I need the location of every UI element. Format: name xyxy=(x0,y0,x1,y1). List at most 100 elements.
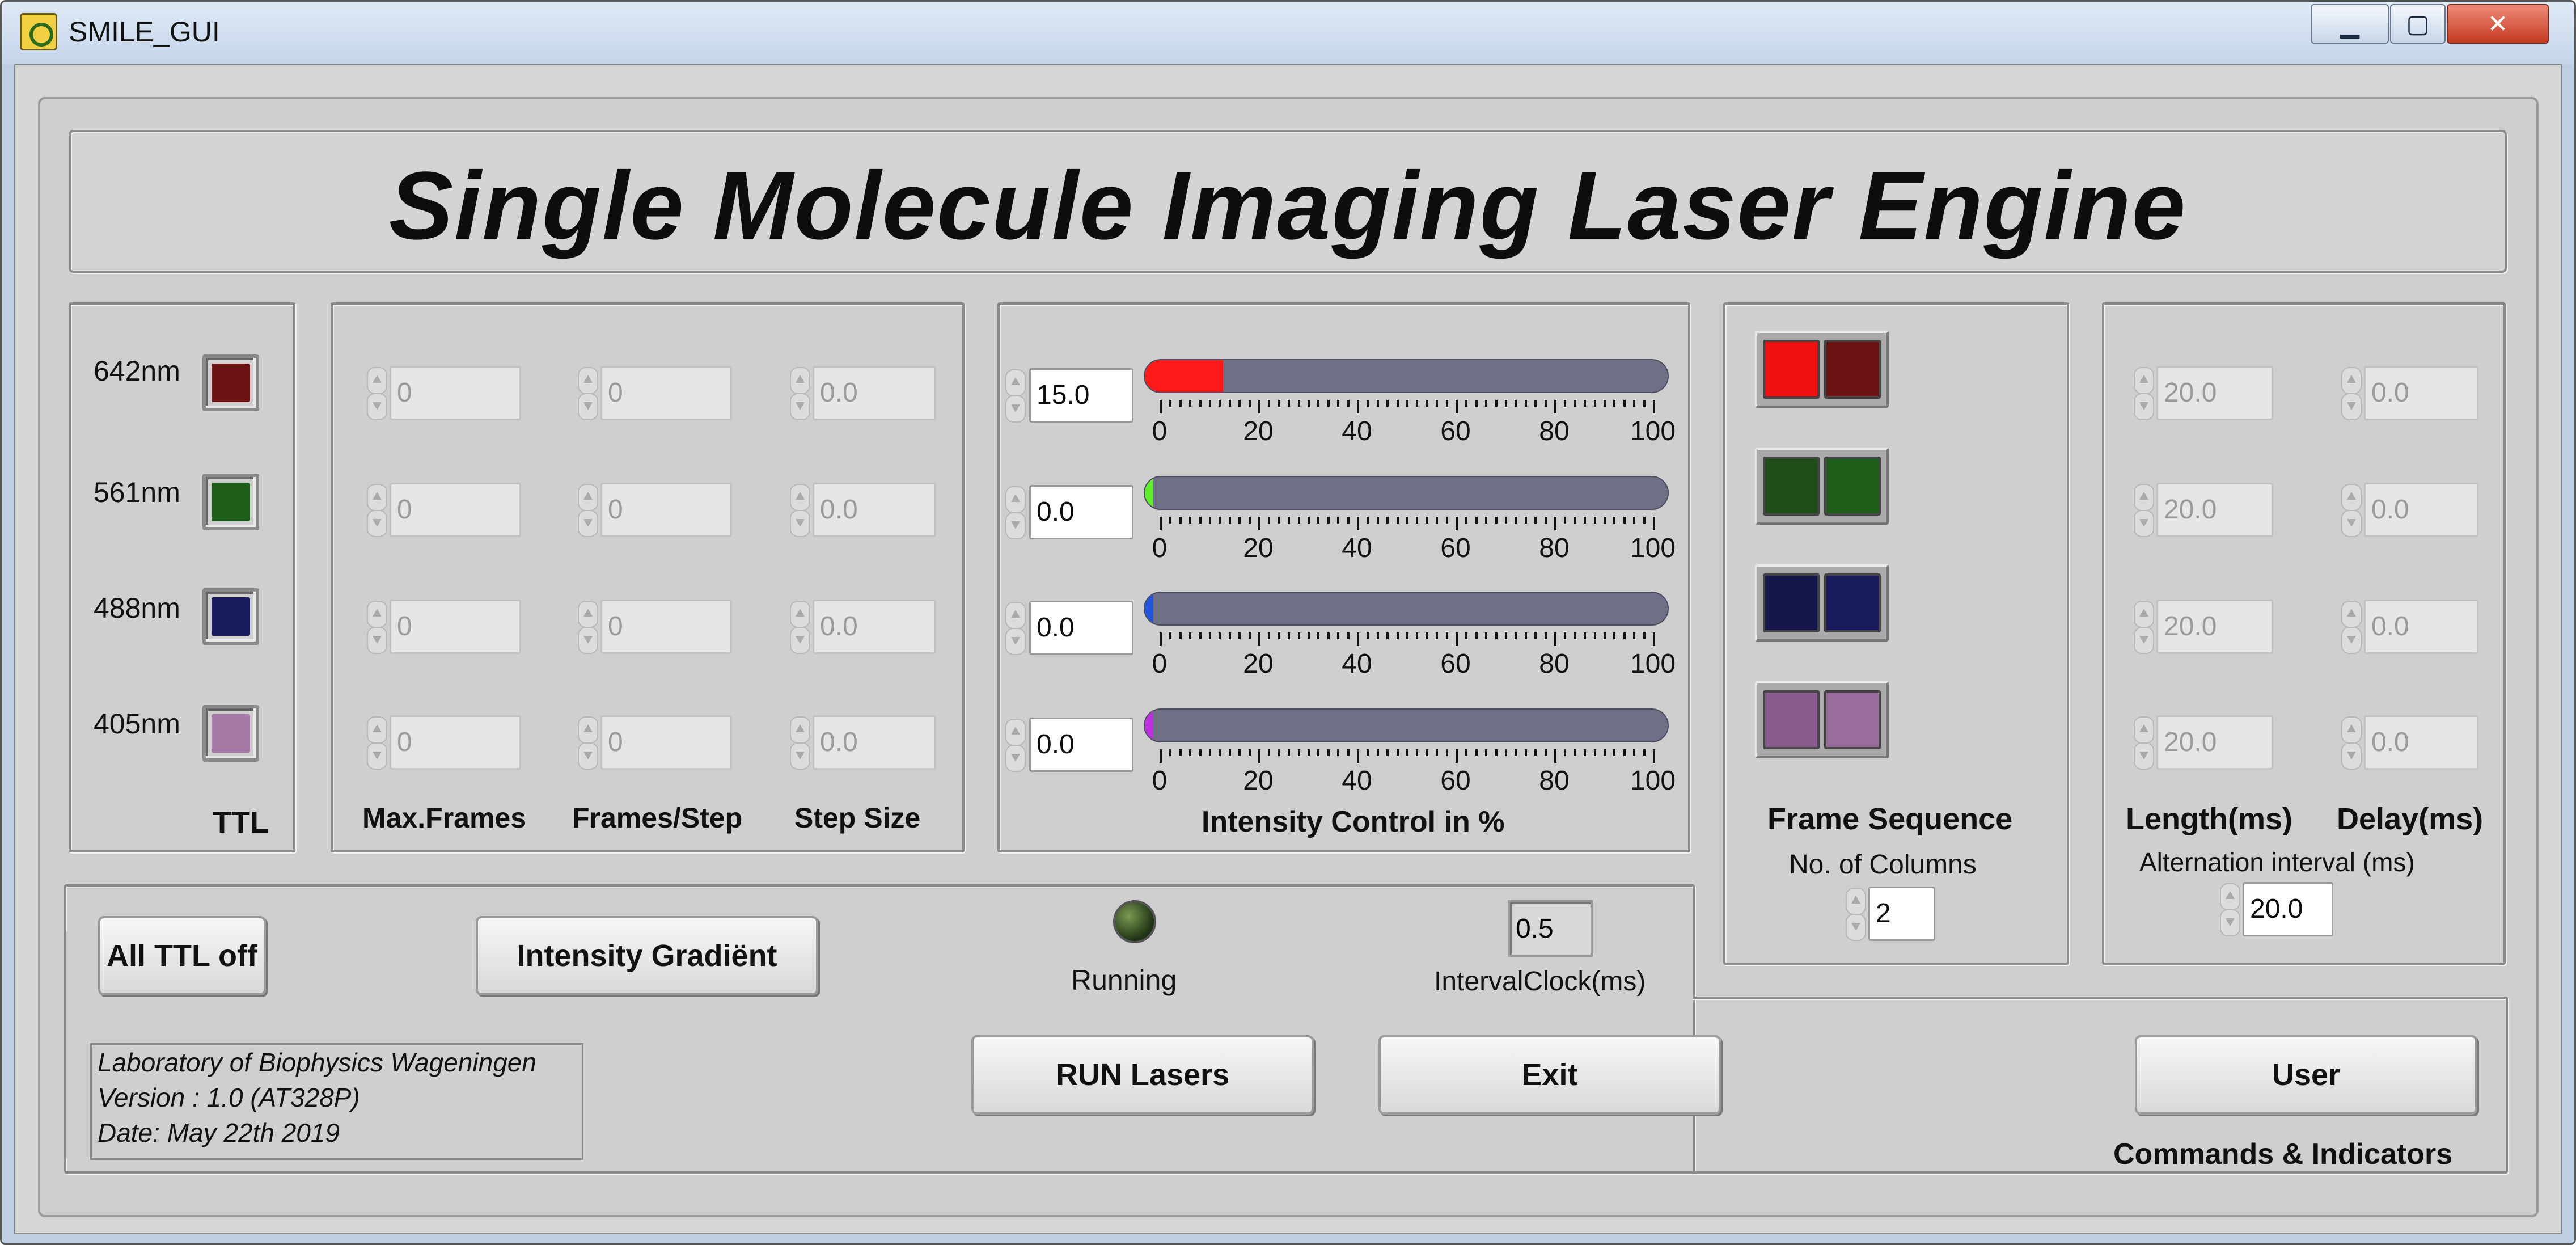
steps-r2-c2-field[interactable]: 0.0 xyxy=(813,600,936,654)
timing-r3-c0-field[interactable]: 20.0 xyxy=(2156,715,2273,770)
timing-r1-c1-spinner[interactable] xyxy=(2339,483,2362,537)
intensity-3-slider[interactable] xyxy=(1144,708,1669,742)
steps-r0-c2-field[interactable]: 0.0 xyxy=(813,366,936,420)
steps-r2-c2-spinner[interactable] xyxy=(788,600,810,654)
decrement-icon[interactable] xyxy=(790,742,810,770)
increment-icon[interactable] xyxy=(578,716,598,744)
frame-seq-0-led-left[interactable] xyxy=(1763,340,1820,399)
steps-r1-c2-spinner[interactable] xyxy=(788,483,810,537)
increment-icon[interactable] xyxy=(578,601,598,628)
intensity-0-input[interactable]: 15.0 xyxy=(1029,368,1133,423)
intensity-3-input[interactable]: 0.0 xyxy=(1029,718,1133,772)
decrement-icon[interactable] xyxy=(2134,627,2154,654)
user-button[interactable]: User xyxy=(2135,1035,2477,1115)
decrement-icon[interactable] xyxy=(578,510,598,537)
steps-r2-c0-spinner[interactable] xyxy=(365,600,387,654)
alternation-spinner[interactable] xyxy=(2218,882,2240,936)
increment-icon[interactable] xyxy=(790,716,810,744)
increment-icon[interactable] xyxy=(367,601,387,628)
timing-r0-c1-field[interactable]: 0.0 xyxy=(2364,366,2478,420)
increment-icon[interactable] xyxy=(2134,716,2154,744)
steps-r3-c0-spinner[interactable] xyxy=(365,715,387,770)
increment-icon[interactable] xyxy=(1005,369,1026,396)
steps-r1-c1-field[interactable]: 0 xyxy=(600,483,732,537)
timing-r2-c0-spinner[interactable] xyxy=(2131,600,2154,654)
timing-r0-c0-field[interactable]: 20.0 xyxy=(2156,366,2273,420)
ttl-488-button[interactable] xyxy=(202,588,259,645)
decrement-icon[interactable] xyxy=(790,510,810,537)
run-lasers-button[interactable]: RUN Lasers xyxy=(971,1035,1314,1115)
steps-r0-c1-spinner[interactable] xyxy=(576,366,598,420)
decrement-icon[interactable] xyxy=(2220,909,2240,936)
steps-r1-c2-field[interactable]: 0.0 xyxy=(813,483,936,537)
frame-seq-1-led-right[interactable] xyxy=(1824,457,1881,516)
timing-r3-c0-spinner[interactable] xyxy=(2131,715,2154,770)
ttl-405-button[interactable] xyxy=(202,705,259,762)
increment-icon[interactable] xyxy=(578,484,598,511)
steps-r2-c0-field[interactable]: 0 xyxy=(390,600,521,654)
steps-r1-c0-field[interactable]: 0 xyxy=(390,483,521,537)
decrement-icon[interactable] xyxy=(2341,393,2362,420)
minimize-button[interactable]: ▁ xyxy=(2311,4,2389,44)
intensity-3-spinner[interactable] xyxy=(1003,718,1026,772)
steps-r0-c1-field[interactable]: 0 xyxy=(600,366,732,420)
increment-icon[interactable] xyxy=(2341,484,2362,511)
increment-icon[interactable] xyxy=(2341,601,2362,628)
increment-icon[interactable] xyxy=(2341,367,2362,394)
steps-r3-c1-spinner[interactable] xyxy=(576,715,598,770)
frame-seq-3-led-left[interactable] xyxy=(1763,690,1820,749)
increment-icon[interactable] xyxy=(2134,367,2154,394)
intensity-1-slider[interactable] xyxy=(1144,476,1669,510)
frame-seq-3-led-right[interactable] xyxy=(1824,690,1881,749)
increment-icon[interactable] xyxy=(1005,719,1026,746)
decrement-icon[interactable] xyxy=(1005,628,1026,655)
increment-icon[interactable] xyxy=(2134,484,2154,511)
increment-icon[interactable] xyxy=(2341,716,2362,744)
decrement-icon[interactable] xyxy=(578,393,598,420)
timing-r1-c1-field[interactable]: 0.0 xyxy=(2364,483,2478,537)
decrement-icon[interactable] xyxy=(2134,393,2154,420)
decrement-icon[interactable] xyxy=(2341,627,2362,654)
timing-r3-c1-spinner[interactable] xyxy=(2339,715,2362,770)
timing-r1-c0-spinner[interactable] xyxy=(2131,483,2154,537)
timing-r3-c1-field[interactable]: 0.0 xyxy=(2364,715,2478,770)
intensity-1-spinner[interactable] xyxy=(1003,485,1026,539)
increment-icon[interactable] xyxy=(1846,888,1866,915)
steps-r1-c0-spinner[interactable] xyxy=(365,483,387,537)
decrement-icon[interactable] xyxy=(367,510,387,537)
ttl-561-button[interactable] xyxy=(202,474,259,530)
alternation-input[interactable]: 20.0 xyxy=(2243,882,2333,936)
decrement-icon[interactable] xyxy=(1846,914,1866,941)
decrement-icon[interactable] xyxy=(367,627,387,654)
exit-button[interactable]: Exit xyxy=(1378,1035,1721,1115)
intensity-0-slider[interactable] xyxy=(1144,359,1669,393)
columns-input[interactable]: 2 xyxy=(1868,887,1935,941)
steps-r3-c0-field[interactable]: 0 xyxy=(390,715,521,770)
steps-r0-c2-spinner[interactable] xyxy=(788,366,810,420)
frame-seq-2-led-left[interactable] xyxy=(1763,573,1820,632)
decrement-icon[interactable] xyxy=(2134,510,2154,537)
timing-r2-c1-field[interactable]: 0.0 xyxy=(2364,600,2478,654)
increment-icon[interactable] xyxy=(790,367,810,394)
columns-spinner[interactable] xyxy=(1843,887,1866,941)
intensity-gradient-button[interactable]: Intensity Gradiënt xyxy=(476,916,818,995)
increment-icon[interactable] xyxy=(790,484,810,511)
steps-r1-c1-spinner[interactable] xyxy=(576,483,598,537)
decrement-icon[interactable] xyxy=(367,393,387,420)
steps-r3-c2-spinner[interactable] xyxy=(788,715,810,770)
frame-seq-2-led-right[interactable] xyxy=(1824,573,1881,632)
frame-seq-1-led-left[interactable] xyxy=(1763,457,1820,516)
increment-icon[interactable] xyxy=(790,601,810,628)
timing-r1-c0-field[interactable]: 20.0 xyxy=(2156,483,2273,537)
decrement-icon[interactable] xyxy=(2341,742,2362,770)
frame-seq-0-led-right[interactable] xyxy=(1824,340,1881,399)
decrement-icon[interactable] xyxy=(2134,742,2154,770)
intensity-1-input[interactable]: 0.0 xyxy=(1029,485,1133,539)
decrement-icon[interactable] xyxy=(2341,510,2362,537)
intensity-2-spinner[interactable] xyxy=(1003,601,1026,655)
decrement-icon[interactable] xyxy=(367,742,387,770)
intensity-2-input[interactable]: 0.0 xyxy=(1029,601,1133,655)
decrement-icon[interactable] xyxy=(1005,395,1026,423)
steps-r2-c1-spinner[interactable] xyxy=(576,600,598,654)
increment-icon[interactable] xyxy=(367,716,387,744)
